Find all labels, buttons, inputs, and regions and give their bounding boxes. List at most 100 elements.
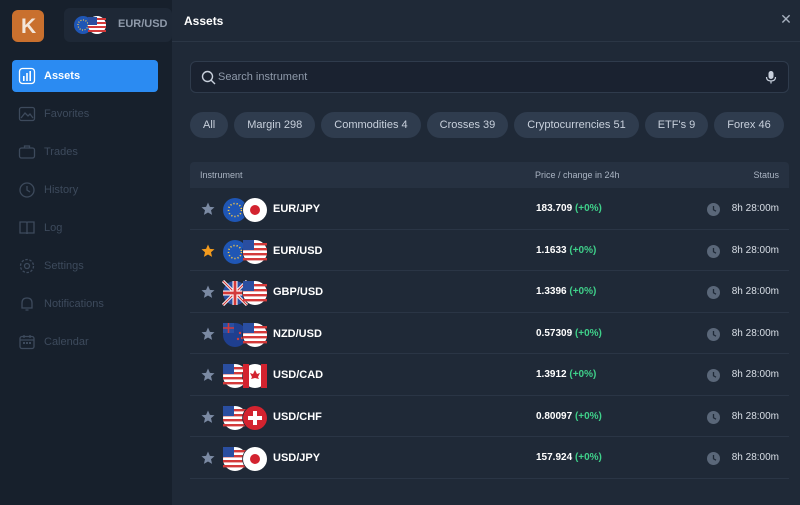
instrument-symbol: USD/CAD xyxy=(273,369,324,381)
filter-cryptocurrencies[interactable]: Cryptocurrencies 51 xyxy=(514,112,639,138)
price-value: 0.57309 xyxy=(536,327,573,339)
filter-margin[interactable]: Margin 298 xyxy=(234,112,316,138)
clock-icon xyxy=(707,286,720,299)
clock-icon xyxy=(707,244,720,258)
divider xyxy=(172,41,800,42)
filter-forex[interactable]: Forex 46 xyxy=(714,112,784,138)
price-change: (+0%) xyxy=(574,327,602,339)
pair-label: EUR/USD xyxy=(118,18,168,30)
instrument-price: 1.3912 (+0%) xyxy=(536,369,596,380)
instrument-price: 1.1633 (+0%) xyxy=(536,245,596,256)
market-status: 8h 28:00m xyxy=(731,452,779,463)
book-icon xyxy=(19,221,35,235)
star-icon[interactable] xyxy=(200,201,216,217)
table-row[interactable]: NZD/USD 0.57309 (+0%) 8h 28:00m xyxy=(190,313,789,354)
search-icon xyxy=(201,70,216,85)
instrument-price: 183.709 (+0%) xyxy=(536,203,602,214)
instrument-price: 1.3396 (+0%) xyxy=(536,286,596,297)
price-value: 183.709 xyxy=(536,203,573,214)
gear-icon xyxy=(19,258,35,274)
filter-crosses[interactable]: Crosses 39 xyxy=(426,112,509,138)
pair-selector[interactable]: EUR/USD xyxy=(64,8,172,42)
assets-panel: Assets ✕ AllMargin 298Commodities 4Cross… xyxy=(172,0,800,505)
nav-item-notifications[interactable]: Notifications xyxy=(12,288,158,320)
logo-letter: K xyxy=(21,15,37,38)
table-row[interactable]: USD/JPY 157.924 (+0%) 8h 28:00m xyxy=(190,437,789,479)
nav-label-history: History xyxy=(44,184,79,196)
nav-label-calendar: Calendar xyxy=(44,336,89,348)
star-icon[interactable] xyxy=(200,284,216,300)
star-icon[interactable] xyxy=(200,409,216,425)
price-change: (+0%) xyxy=(569,369,597,380)
clock-icon xyxy=(707,327,720,341)
table-header: Instrument Price / change in 24h Status xyxy=(190,162,789,188)
flag-pair-icon xyxy=(223,363,268,389)
star-icon[interactable] xyxy=(200,367,216,383)
clock-icon xyxy=(707,452,720,465)
price-change: (+0%) xyxy=(574,410,602,422)
nav-label-assets: Assets xyxy=(44,70,81,82)
flag-pair-icon xyxy=(223,446,268,472)
filter-all[interactable]: All xyxy=(190,112,229,138)
table-row[interactable]: USD/CHF 0.80097 (+0%) 8h 28:00m xyxy=(190,396,789,437)
briefcase-icon xyxy=(18,145,36,159)
nav-item-log[interactable]: Log xyxy=(12,212,158,244)
header-status: Status xyxy=(753,170,779,180)
filter-chips: All Margin 298 Commodities 4 Crosses 39 Cryp… xyxy=(190,112,800,138)
instrument-symbol: EUR/USD xyxy=(273,244,323,257)
clock-icon xyxy=(19,182,35,198)
table-row[interactable]: GBP/USD 1.3396 (+0%) 8h 28:00m xyxy=(190,271,789,313)
search-input[interactable] xyxy=(218,67,758,87)
nav-item-trades[interactable]: Trades xyxy=(12,136,158,168)
price-value: 1.3396 xyxy=(536,286,567,297)
nav-item-assets[interactable]: Assets xyxy=(12,60,158,92)
market-status: 8h 28:00m xyxy=(731,203,779,214)
price-value: 157.924 xyxy=(536,452,573,463)
market-status: 8h 28:00m xyxy=(731,286,779,297)
price-change: (+0%) xyxy=(574,203,602,214)
panel-title: Assets xyxy=(184,14,224,28)
picture-icon xyxy=(18,106,36,122)
clock-icon xyxy=(707,410,720,424)
filter-etfs[interactable]: ETF's 9 xyxy=(644,112,709,138)
nav-label-favorites: Favorites xyxy=(44,108,90,120)
price-change: (+0%) xyxy=(569,286,597,297)
nav-item-calendar[interactable]: Calendar xyxy=(12,326,158,358)
close-icon[interactable]: ✕ xyxy=(778,11,794,27)
table-row[interactable]: EUR/JPY 183.709 (+0%) 8h 28:00m xyxy=(190,188,789,230)
microphone-icon[interactable] xyxy=(764,70,778,84)
filter-commodities[interactable]: Commodities 4 xyxy=(321,112,421,138)
instrument-symbol: USD/JPY xyxy=(273,452,321,464)
market-status: 8h 28:00m xyxy=(731,369,779,380)
calendar-icon xyxy=(19,335,35,350)
star-icon[interactable] xyxy=(200,450,216,466)
instrument-price: 0.80097 (+0%) xyxy=(536,411,602,422)
price-value: 1.3912 xyxy=(536,369,567,380)
flag-pair-icon xyxy=(223,238,268,265)
nav-item-favorites[interactable]: Favorites xyxy=(12,98,158,130)
nav-label-log: Log xyxy=(44,222,63,234)
clock-icon xyxy=(707,203,720,216)
price-change: (+0%) xyxy=(574,452,602,463)
nav-label-notifications: Notifications xyxy=(44,298,104,310)
instrument-symbol: EUR/JPY xyxy=(273,203,321,215)
bar-chart-icon xyxy=(18,67,36,85)
nav-item-settings[interactable]: Settings xyxy=(12,250,158,282)
instrument-symbol: GBP/USD xyxy=(273,286,324,298)
market-status: 8h 28:00m xyxy=(731,410,779,422)
star-icon[interactable] xyxy=(200,243,216,259)
star-icon[interactable] xyxy=(200,326,216,342)
flag-pair-icon xyxy=(223,197,268,223)
logo[interactable]: K xyxy=(12,10,44,42)
instrument-symbol: USD/CHF xyxy=(273,410,322,423)
nav-label-trades: Trades xyxy=(44,146,78,158)
table-row[interactable]: USD/CAD 1.3912 (+0%) 8h 28:00m xyxy=(190,354,789,396)
instrument-symbol: NZD/USD xyxy=(273,327,322,340)
header-price: Price / change in 24h xyxy=(535,170,620,180)
flag-pair-icon xyxy=(222,280,268,306)
search-box[interactable] xyxy=(190,61,789,93)
table-row[interactable]: EUR/USD 1.1633 (+0%) 8h 28:00m xyxy=(190,230,789,271)
pair-flags-icon xyxy=(74,16,106,34)
instrument-price: 157.924 (+0%) xyxy=(536,452,602,463)
nav-item-history[interactable]: History xyxy=(12,174,158,206)
